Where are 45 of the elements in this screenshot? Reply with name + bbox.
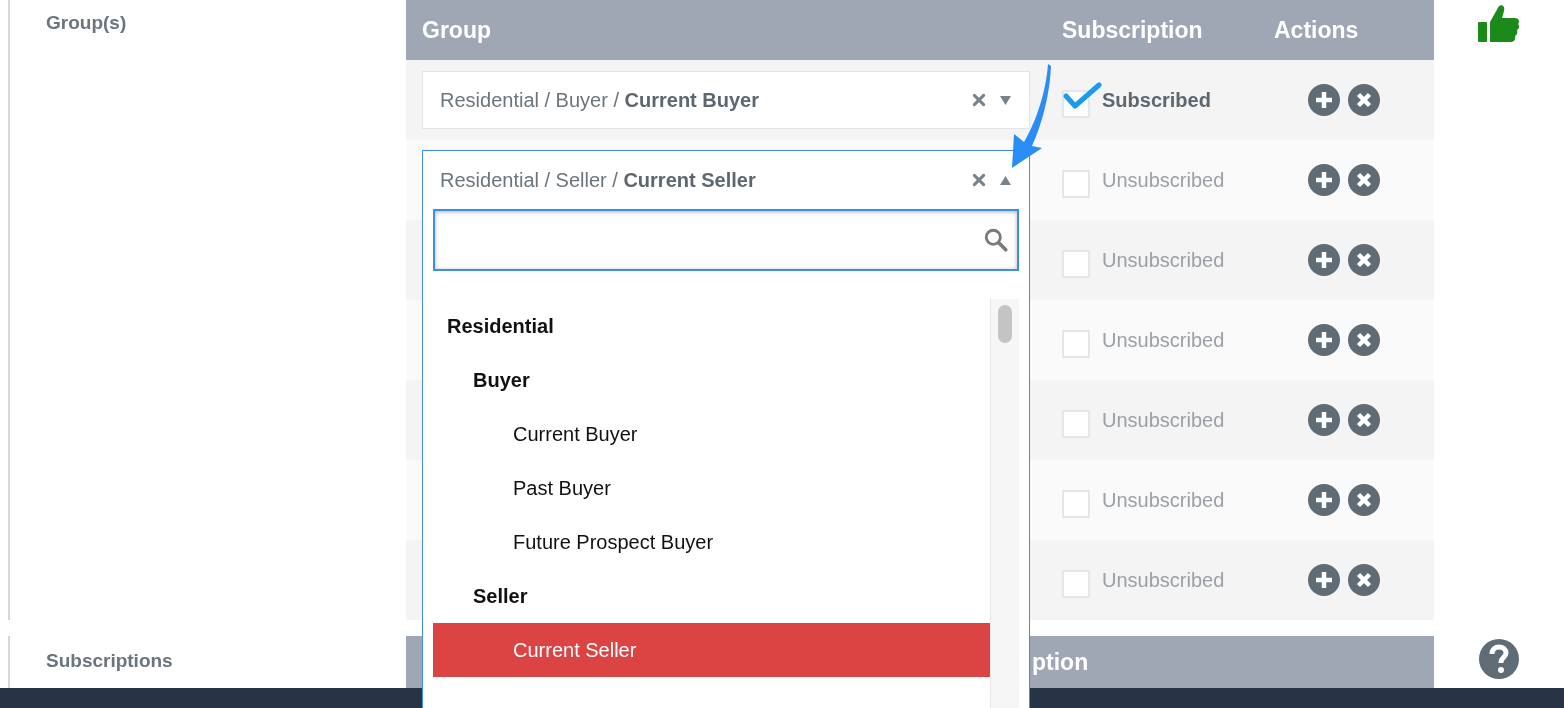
search-field[interactable] [433, 209, 1019, 271]
add-icon[interactable] [1308, 324, 1340, 356]
dropdown-option[interactable]: Future Prospect Buyer [433, 515, 990, 569]
scrollbar-thumb[interactable] [998, 305, 1012, 343]
column-header: Actions [1273, 16, 1360, 44]
remove-icon[interactable] [1348, 244, 1380, 276]
dropdown-option[interactable]: Buyer [433, 353, 990, 407]
help-icon[interactable] [1478, 638, 1520, 680]
field-label: Group(s) [46, 12, 127, 34]
remove-icon[interactable] [1348, 324, 1380, 356]
remove-icon[interactable] [1348, 484, 1380, 516]
add-icon[interactable] [1308, 404, 1340, 436]
caret-up-icon [1000, 175, 1011, 185]
subscription-status: Unsubscribed [1102, 248, 1225, 272]
caret-down-icon [1000, 95, 1011, 105]
dropdown-option[interactable]: Current Buyer [433, 407, 990, 461]
column-header: ption [1032, 648, 1089, 676]
subscription-status: Subscribed [1102, 88, 1211, 112]
clear-icon[interactable] [972, 93, 986, 107]
dropdown-option[interactable]: Current Seller [433, 623, 990, 677]
add-icon[interactable] [1308, 484, 1340, 516]
thumbs-up-icon [1477, 2, 1521, 44]
dropdown-option[interactable]: Seller [433, 569, 990, 623]
dropdown-option[interactable]: Residential [433, 299, 990, 353]
subscription-status: Unsubscribed [1102, 488, 1225, 512]
column-header: Group [421, 16, 492, 44]
field-label: Subscriptions [46, 650, 173, 672]
add-icon[interactable] [1308, 84, 1340, 116]
clear-icon[interactable] [972, 173, 986, 187]
dropdown-option[interactable]: Past Buyer [433, 461, 990, 515]
subscription-status: Unsubscribed [1102, 568, 1225, 592]
subscription-status: Unsubscribed [1102, 328, 1225, 352]
group-select[interactable]: Residential / Buyer / Current Buyer [422, 71, 1030, 129]
remove-icon[interactable] [1348, 84, 1380, 116]
add-icon[interactable] [1308, 164, 1340, 196]
search-icon [983, 227, 1009, 253]
add-icon[interactable] [1308, 564, 1340, 596]
remove-icon[interactable] [1348, 564, 1380, 596]
remove-icon[interactable] [1348, 164, 1380, 196]
add-icon[interactable] [1308, 244, 1340, 276]
column-header: Subscription [1061, 16, 1204, 44]
checkbox[interactable] [1062, 82, 1102, 118]
subscription-status: Unsubscribed [1102, 408, 1225, 432]
remove-icon[interactable] [1348, 404, 1380, 436]
subscription-status: Unsubscribed [1102, 168, 1225, 192]
